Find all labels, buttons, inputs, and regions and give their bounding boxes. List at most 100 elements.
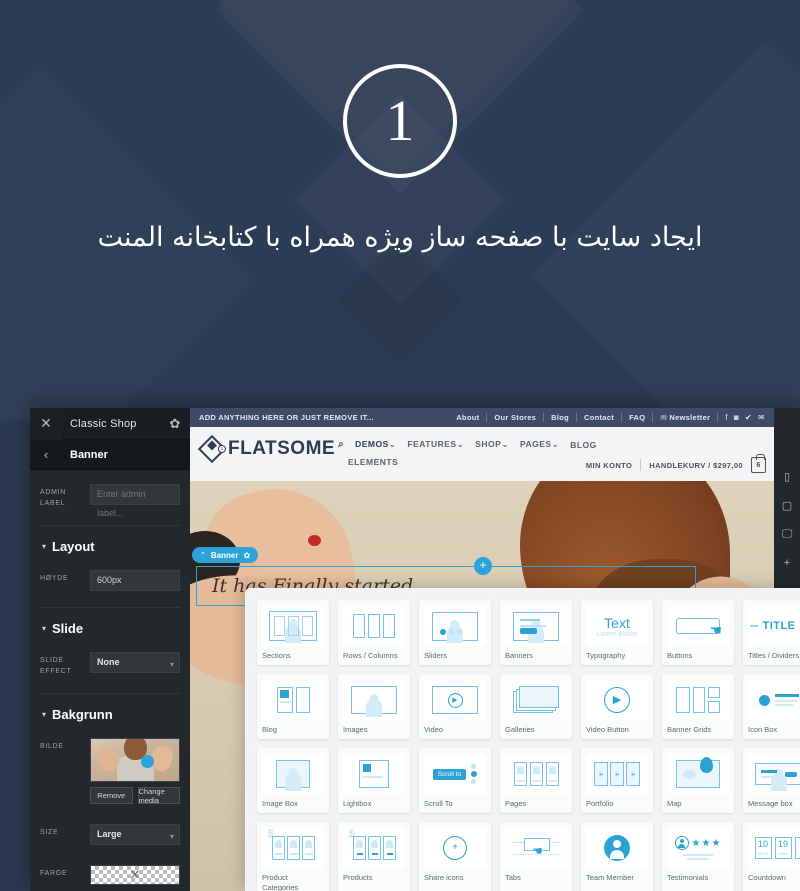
my-account-link[interactable]: MIN KONTO [586,461,632,470]
nav-item-demos[interactable]: DEMOS⌄ [355,439,396,450]
element-card-tabs[interactable]: ☚ Tabs [500,822,572,891]
element-card-label: Video [424,725,444,734]
mobile-preview-icon[interactable]: ▯ [784,470,790,483]
element-card-blog[interactable]: Blog [257,674,329,739]
topbar-promo: ADD ANYTHING HERE OR JUST REMOVE IT... [199,413,374,422]
color-swatch[interactable]: ✕ [90,865,180,885]
facebook-icon[interactable]: f [725,413,728,422]
element-card-portfolio[interactable]: + + + Portfolio [581,748,653,813]
cart-icon[interactable]: 6 [751,454,766,473]
nav-item-blog[interactable]: BLOG [570,440,597,450]
topbar-link-our-stores[interactable]: Our Stores [487,413,545,422]
element-card-buttons[interactable]: ☚ Buttons [662,600,734,665]
topbar-link-about[interactable]: About [449,413,488,422]
element-card-image-box[interactable]: Image Box [257,748,329,813]
cart-count: 6 [756,461,761,469]
element-card-label: Products [343,873,373,882]
slide-effect-select[interactable]: None [90,652,180,674]
logo-badge: 3 [217,445,226,453]
divider [640,459,642,471]
element-card-label: Images [343,725,368,734]
search-icon[interactable]: ⌕ [338,439,344,450]
topbar-link-faq[interactable]: FAQ [622,413,654,422]
element-card-banner-grids[interactable]: Banner Grids [662,674,734,739]
element-card-video-button[interactable]: ▶ Video Button [581,674,653,739]
element-card-banners[interactable]: Banners [500,600,572,665]
sidebar-subheader[interactable]: ‹ Banner [30,440,190,470]
remove-button[interactable]: Remove [90,787,133,804]
topbar-newsletter-link[interactable]: ✉ Newsletter [653,413,719,422]
element-card-scroll-to[interactable]: Scroll to Scroll To [419,748,491,813]
element-card-label: Banners [505,651,533,660]
element-card-images[interactable]: Images [338,674,410,739]
image-box-icon [262,754,324,794]
element-card-products[interactable]: $ Products [338,822,410,891]
team-member-icon [586,828,648,868]
element-card-label: Image Box [262,799,298,808]
elements-panel: Sections Rows / Columns Sliders Banners Te… [245,588,800,891]
element-card-label: Team Member [586,873,634,882]
element-card-testimonials[interactable]: ★★★ Testimonials [662,822,734,891]
background-image-thumbnail[interactable] [90,738,180,782]
add-element-button[interactable]: + [474,557,492,575]
element-card-sections[interactable]: Sections [257,600,329,665]
twitter-icon[interactable]: ✔ [745,413,752,422]
element-card-galleries[interactable]: Galleries [500,674,572,739]
product-categories-icon: $ [262,828,324,868]
gear-icon[interactable]: ✿ [243,551,250,560]
element-card-label: Rows / Columns [343,651,398,660]
size-select[interactable]: Large [90,824,180,846]
desktop-preview-icon[interactable]: 🖵 [782,528,793,541]
nav-item-pages[interactable]: PAGES⌄ [520,439,559,450]
element-card-sliders[interactable]: Sliders [419,600,491,665]
element-card-map[interactable]: Map [662,748,734,813]
element-card-message-box[interactable]: Message box [743,748,800,813]
nav-item-elements[interactable]: ELEMENTS [348,457,398,467]
element-card-label: Sliders [424,651,447,660]
admin-label-input[interactable]: Enter admin label... [90,484,180,518]
email-icon[interactable]: ✉ [758,413,765,422]
scroll-to-icon: Scroll to [424,754,486,794]
nav-item-features[interactable]: FEATURES⌄ [407,439,464,450]
element-card-label: Pages [505,799,527,808]
section-layout[interactable]: ▾ Layout [40,526,180,556]
section-slide[interactable]: ▾ Slide [40,608,180,638]
element-card-team-member[interactable]: Team Member [581,822,653,891]
close-icon[interactable]: ✕ [30,408,62,440]
element-card-titles-dividers[interactable]: TITLE Titles / Dividers [743,600,800,665]
topbar-link-blog[interactable]: Blog [544,413,578,422]
sidebar-body: ADMIN LABEL Enter admin label... ▾ Layou… [30,470,190,891]
element-card-video[interactable]: ▶ Video [419,674,491,739]
nav-item-shop[interactable]: SHOP⌄ [475,439,509,450]
cart-total-link[interactable]: HANDLEKURV / $297,00 [649,461,743,470]
section-background[interactable]: ▾ Bakgrunn [40,694,180,724]
pages-icon [505,754,567,794]
element-card-label: Galleries [505,725,535,734]
element-card-product-categories[interactable]: $ Product Categories [257,822,329,891]
sidebar-header: ✕ Classic Shop ✿ [30,408,190,440]
element-card-share-icons[interactable]: + Share icons [419,822,491,891]
element-card-countdown[interactable]: 10 DAYS 19 MIN Countdown [743,822,800,891]
element-card-lightbox[interactable]: Lightbox [338,748,410,813]
message-box-icon [748,754,800,794]
height-input[interactable]: 600px [90,570,180,591]
element-card-label: Testimonials [667,873,709,882]
tablet-preview-icon[interactable]: ▢ [782,499,792,512]
element-card-rows-columns[interactable]: Rows / Columns [338,600,410,665]
typography-icon: Text Lorem ipsum [586,606,648,646]
image-label: BILDE [40,743,64,750]
instagram-icon[interactable]: ◙ [734,413,739,422]
gear-icon[interactable]: ✿ [160,416,190,432]
topbar-link-contact[interactable]: Contact [577,413,623,422]
change-media-button[interactable]: Change media [137,787,180,805]
element-card-icon-box[interactable]: Icon Box [743,674,800,739]
add-element-rail-icon[interactable]: + [784,557,790,569]
site-logo[interactable]: 3 FLATSOME [197,434,335,464]
element-card-typography[interactable]: Text Lorem ipsum Typography [581,600,653,665]
banner-badge[interactable]: ⌃ Banner ✿ [192,547,259,563]
logo-diamond-icon: 3 [197,434,227,464]
element-card-label: Blog [262,725,278,734]
chevron-down-icon: ⌄ [456,439,465,449]
element-card-pages[interactable]: Pages [500,748,572,813]
back-chevron-icon[interactable]: ‹ [30,447,62,462]
